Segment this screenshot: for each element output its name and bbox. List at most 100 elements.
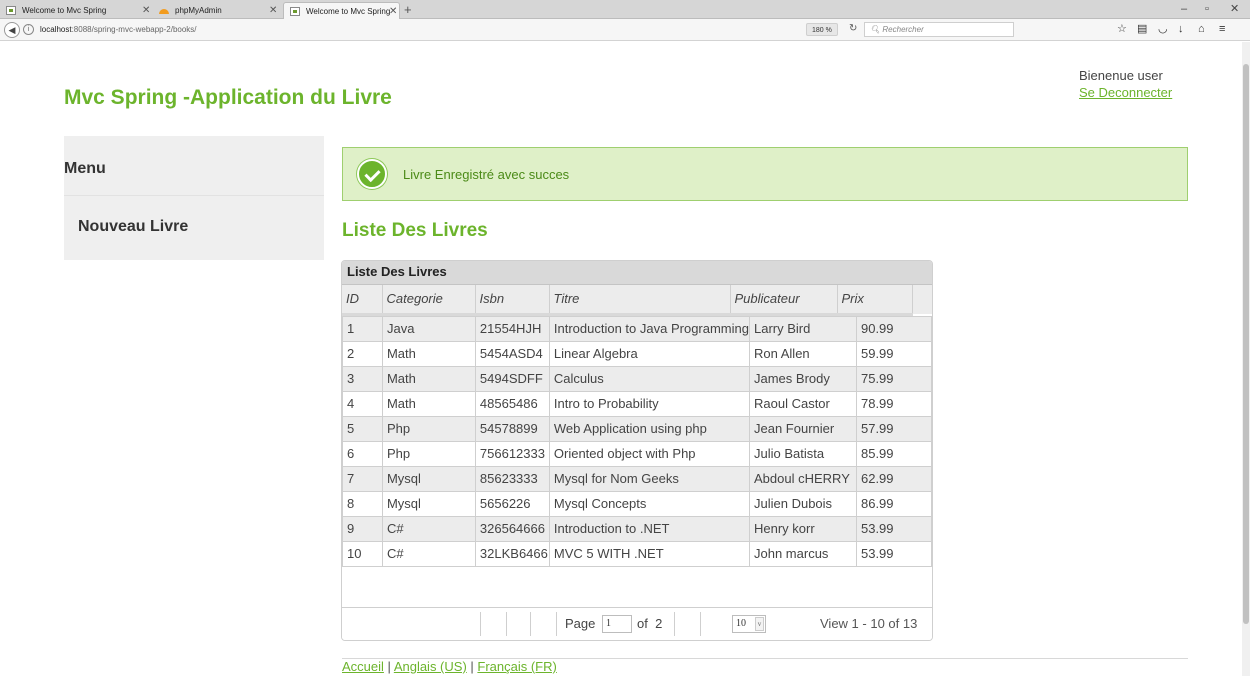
table-row[interactable]: 7 Mysql 85623333 Mysql for Nom Geeks Abdoul …: [342, 465, 932, 492]
table-row[interactable]: 1 Java 21554HJH Introduction to Java Progra…: [342, 315, 932, 342]
cell-id: 2: [342, 340, 383, 367]
cell-id: 4: [342, 390, 383, 417]
cell-id: 1: [342, 315, 383, 342]
cell-titre: Web Application using php: [548, 415, 751, 442]
footer-link-francais[interactable]: Français (FR): [477, 659, 556, 674]
cell-prix: 53.99: [855, 540, 932, 567]
table-row[interactable]: 9 C# 326564666 Introduction to .NET Henry ko…: [342, 515, 932, 542]
column-header-isbn[interactable]: Isbn: [475, 285, 550, 316]
cell-publicateur: James Brody: [749, 365, 857, 392]
cell-categorie: Php: [381, 415, 476, 442]
table-row[interactable]: 6 Php 756612333 Oriented object with Php Jul…: [342, 440, 932, 467]
last-page-button[interactable]: [700, 612, 724, 636]
cell-isbn: 756612333: [474, 440, 550, 467]
tab-close-icon[interactable]: ✕: [389, 3, 397, 20]
window-close-icon[interactable]: ✕: [1230, 2, 1239, 17]
success-check-icon: [357, 159, 387, 189]
view-records-info: View 1 - 10 of 13: [820, 616, 918, 631]
header-filler: [912, 285, 932, 314]
site-info-icon[interactable]: i: [23, 24, 34, 35]
chevron-down-icon: v: [755, 617, 764, 631]
browser-tab-bar: Welcome to Mvc Spring ✕ phpMyAdmin ✕ Wel…: [0, 0, 1250, 19]
cell-isbn: 5454ASD4: [474, 340, 550, 367]
rows-per-page-select[interactable]: 10 v: [732, 615, 766, 633]
table-row[interactable]: 3 Math 5494SDFF Calculus James Brody 75.99: [342, 365, 932, 392]
sidebar-item-nouveau-livre[interactable]: Nouveau Livre: [78, 218, 188, 236]
footer-link-accueil[interactable]: Accueil: [342, 659, 384, 674]
welcome-text: Bienenue user: [1079, 68, 1163, 83]
minimize-icon[interactable]: –: [1181, 2, 1187, 17]
restore-icon[interactable]: ▫: [1205, 2, 1209, 17]
cell-isbn: 32LKB6466: [474, 540, 550, 567]
table-row[interactable]: 5 Php 54578899 Web Application using php Jea…: [342, 415, 932, 442]
url-host: localhost: [40, 25, 72, 34]
column-header-publicateur[interactable]: Publicateur: [730, 285, 838, 316]
page-number-input[interactable]: 1: [602, 615, 632, 633]
bookmark-star-icon[interactable]: ☆: [1117, 22, 1127, 37]
pocket-icon[interactable]: ◡: [1158, 22, 1168, 37]
rows-per-page-value: 10: [736, 618, 746, 629]
tab-phpmyadmin[interactable]: phpMyAdmin ✕: [153, 2, 281, 19]
cell-isbn: 48565486: [474, 390, 550, 417]
column-header-prix[interactable]: Prix: [837, 285, 913, 316]
cell-publicateur: John marcus: [749, 540, 857, 567]
cell-publicateur: Henry korr: [749, 515, 857, 542]
cell-categorie: Mysql: [381, 490, 476, 517]
footer: Accueil | Anglais (US) | Français (FR): [342, 659, 557, 674]
cell-titre: MVC 5 WITH .NET: [548, 540, 751, 567]
reload-icon[interactable]: ↻: [849, 22, 857, 36]
search-placeholder: Rechercher: [882, 25, 924, 34]
table-row[interactable]: 2 Math 5454ASD4 Linear Algebra Ron Allen 59.9…: [342, 340, 932, 367]
cell-titre: Linear Algebra: [548, 340, 751, 367]
new-tab-icon[interactable]: +: [404, 1, 412, 18]
cell-titre: Introduction to .NET: [548, 515, 751, 542]
tab-welcome-active[interactable]: Welcome to Mvc Spring ✕: [283, 2, 400, 19]
total-pages: 2: [655, 616, 663, 631]
table-row[interactable]: 8 Mysql 5656226 Mysql Concepts Julien Dubois…: [342, 490, 932, 517]
tab-label: phpMyAdmin: [175, 6, 222, 15]
back-arrow-icon[interactable]: ◀: [4, 22, 20, 38]
logout-link[interactable]: Se Deconnecter: [1079, 85, 1172, 100]
prev-page-button[interactable]: [506, 612, 530, 636]
column-header-id[interactable]: ID: [342, 285, 383, 316]
column-header-categorie[interactable]: Categorie: [382, 285, 476, 316]
column-header-titre[interactable]: Titre: [549, 285, 731, 316]
cell-titre: Calculus: [548, 365, 751, 392]
cell-isbn: 5656226: [474, 490, 550, 517]
cell-id: 6: [342, 440, 383, 467]
scrollbar-thumb[interactable]: [1243, 64, 1249, 624]
page-scrollbar[interactable]: [1242, 42, 1250, 676]
cell-prix: 57.99: [855, 415, 932, 442]
browser-search-input[interactable]: 🔍︎ Rechercher: [864, 22, 1014, 37]
tab-welcome-1[interactable]: Welcome to Mvc Spring ✕: [0, 2, 155, 19]
page-favicon-icon: [290, 7, 300, 16]
cell-publicateur: Jean Fournier: [749, 415, 857, 442]
tab-label: Welcome to Mvc Spring: [22, 6, 107, 15]
cell-id: 9: [342, 515, 383, 542]
cell-publicateur: Ron Allen: [749, 340, 857, 367]
hamburger-menu-icon[interactable]: ≡: [1219, 22, 1225, 37]
of-text: of: [637, 616, 648, 631]
cell-prix: 59.99: [855, 340, 932, 367]
address-bar[interactable]: localhost:8088/spring-mvc-webapp-2/books…: [40, 24, 197, 36]
url-path: :8088/spring-mvc-webapp-2/books/: [71, 25, 197, 34]
grid-header: ID Categorie Isbn Titre Publicateur Prix: [342, 285, 932, 316]
cell-isbn: 21554HJH: [474, 315, 550, 342]
table-row[interactable]: 4 Math 48565486 Intro to Probability Raoul C…: [342, 390, 932, 417]
home-icon[interactable]: ⌂: [1198, 22, 1205, 37]
cell-isbn: 326564666: [474, 515, 550, 542]
cell-titre: Oriented object with Php: [548, 440, 751, 467]
cell-prix: 86.99: [855, 490, 932, 517]
first-page-button[interactable]: [480, 612, 506, 636]
next-page-button[interactable]: [674, 612, 700, 636]
tab-close-icon[interactable]: ✕: [142, 2, 150, 19]
download-icon[interactable]: ↓: [1178, 22, 1184, 37]
cell-publicateur: Larry Bird: [749, 315, 857, 342]
table-row[interactable]: 10 C# 32LKB6466 MVC 5 WITH .NET John marcus 5…: [342, 540, 932, 567]
page-of-label: of 2: [637, 616, 662, 631]
cell-id: 10: [342, 540, 383, 567]
tab-close-icon[interactable]: ✕: [269, 2, 277, 19]
reading-list-icon[interactable]: ▤: [1137, 22, 1147, 37]
zoom-level[interactable]: 180 %: [806, 23, 838, 36]
footer-link-anglais[interactable]: Anglais (US): [394, 659, 467, 674]
